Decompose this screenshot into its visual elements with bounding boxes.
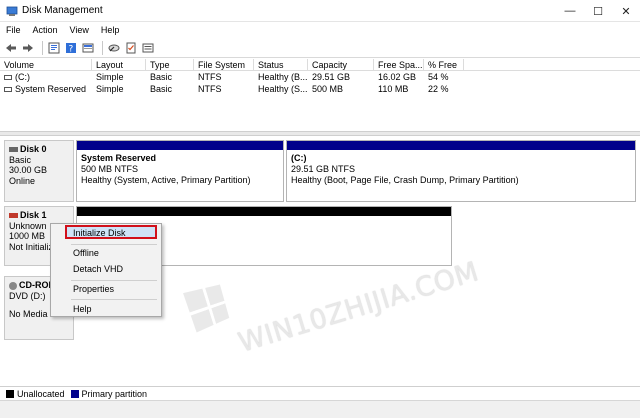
checklist-icon[interactable] — [124, 41, 138, 55]
column-header-status[interactable]: Status — [254, 59, 308, 70]
legend: Unallocated Primary partition — [0, 386, 640, 400]
column-header-free-space[interactable]: Free Spa... — [374, 59, 424, 70]
menu-separator — [71, 244, 157, 245]
menu-view[interactable]: View — [70, 22, 89, 38]
file-system-cell: NTFS — [198, 84, 222, 94]
column-header-volume[interactable]: Volume — [0, 59, 92, 70]
legend-unallocated: Unallocated — [17, 388, 65, 399]
volume-icon — [4, 87, 12, 93]
type-cell: Basic — [150, 72, 173, 82]
menu-bar: File Action View Help — [0, 22, 640, 38]
table-row[interactable]: System Reserved Simple Basic NTFS Health… — [0, 83, 640, 95]
column-header-capacity[interactable]: Capacity — [308, 59, 374, 70]
disk-icon — [9, 147, 18, 153]
window-title: Disk Management — [22, 5, 103, 16]
watermark: WIN10ZHIJIA.COM — [183, 256, 483, 358]
cdrom-icon — [9, 281, 17, 290]
disk-list-icon[interactable] — [81, 41, 95, 55]
status-bar — [0, 400, 640, 418]
menu-item-offline[interactable]: Offline — [73, 247, 99, 259]
volume-list-header: Volume Layout Type File System Status Ca… — [0, 59, 640, 71]
volume-icon — [4, 75, 12, 81]
menu-action[interactable]: Action — [33, 22, 58, 38]
svg-text:?: ? — [69, 44, 74, 54]
unallocated-swatch — [6, 389, 14, 398]
menu-file[interactable]: File — [6, 22, 21, 38]
volume-cell: (C:) — [0, 71, 92, 83]
forward-icon[interactable] — [21, 41, 35, 55]
layout-cell: Simple — [96, 72, 124, 82]
column-header-percent-free[interactable]: % Free — [424, 59, 464, 70]
column-header-layout[interactable]: Layout — [92, 59, 146, 70]
help-icon[interactable]: ? — [64, 41, 78, 55]
column-header-type[interactable]: Type — [146, 59, 194, 70]
status-cell: Healthy (S... — [258, 84, 308, 94]
column-header-file-system[interactable]: File System — [194, 59, 254, 70]
volume-list: Volume Layout Type File System Status Ca… — [0, 59, 640, 131]
windows-logo-icon — [183, 284, 230, 333]
menu-separator — [71, 299, 157, 300]
maximize-button[interactable]: ☐ — [584, 0, 612, 22]
free-space-cell: 16.02 GB — [378, 72, 417, 82]
partition-system-reserved[interactable]: System Reserved 500 MB NTFS Healthy (Sys… — [76, 140, 284, 202]
menu-item-initialize-disk[interactable]: Initialize Disk — [73, 227, 126, 239]
primary-partition-bar — [77, 141, 283, 150]
capacity-cell: 500 MB — [312, 84, 344, 94]
percent-free-cell: 22 % — [428, 84, 449, 94]
context-menu: Initialize Disk Offline Detach VHD Prope… — [50, 223, 162, 317]
menu-item-properties[interactable]: Properties — [73, 283, 114, 295]
disk-0-label[interactable]: Disk 0 Basic 30.00 GB Online — [4, 140, 74, 202]
legend-primary-partition: Primary partition — [81, 388, 148, 399]
volume-cell: System Reserved — [0, 83, 92, 95]
type-cell: Basic — [150, 84, 173, 94]
menu-item-detach-vhd[interactable]: Detach VHD — [73, 263, 123, 275]
menu-help[interactable]: Help — [101, 22, 120, 38]
disk-management-icon — [6, 6, 18, 16]
partition-c-drive[interactable]: (C:) 29.51 GB NTFS Healthy (Boot, Page F… — [286, 140, 636, 202]
primary-partition-swatch — [70, 389, 79, 398]
toolbar-separator — [42, 40, 43, 55]
close-button[interactable]: ✕ — [612, 0, 640, 22]
file-system-cell: NTFS — [198, 72, 222, 82]
status-cell: Healthy (B... — [258, 72, 308, 82]
layout-cell: Simple — [96, 84, 124, 94]
primary-partition-bar — [287, 141, 635, 150]
capacity-cell: 29.51 GB — [312, 72, 351, 82]
properties-icon[interactable] — [47, 41, 61, 55]
title-bar: Disk Management — ☐ ✕ — [0, 0, 640, 22]
disk-error-icon — [9, 213, 18, 219]
rescan-icon[interactable] — [107, 41, 121, 55]
options-icon[interactable] — [141, 41, 155, 55]
menu-separator — [71, 280, 157, 281]
menu-item-help[interactable]: Help — [73, 303, 92, 315]
back-icon[interactable] — [4, 41, 18, 55]
free-space-cell: 110 MB — [378, 84, 409, 94]
toolbar: ? — [0, 38, 640, 58]
percent-free-cell: 54 % — [428, 72, 449, 82]
minimize-button[interactable]: — — [556, 0, 584, 22]
unallocated-bar — [77, 207, 451, 216]
table-row[interactable]: (C:) Simple Basic NTFS Healthy (B... 29.… — [0, 71, 640, 83]
toolbar-separator — [102, 40, 103, 55]
